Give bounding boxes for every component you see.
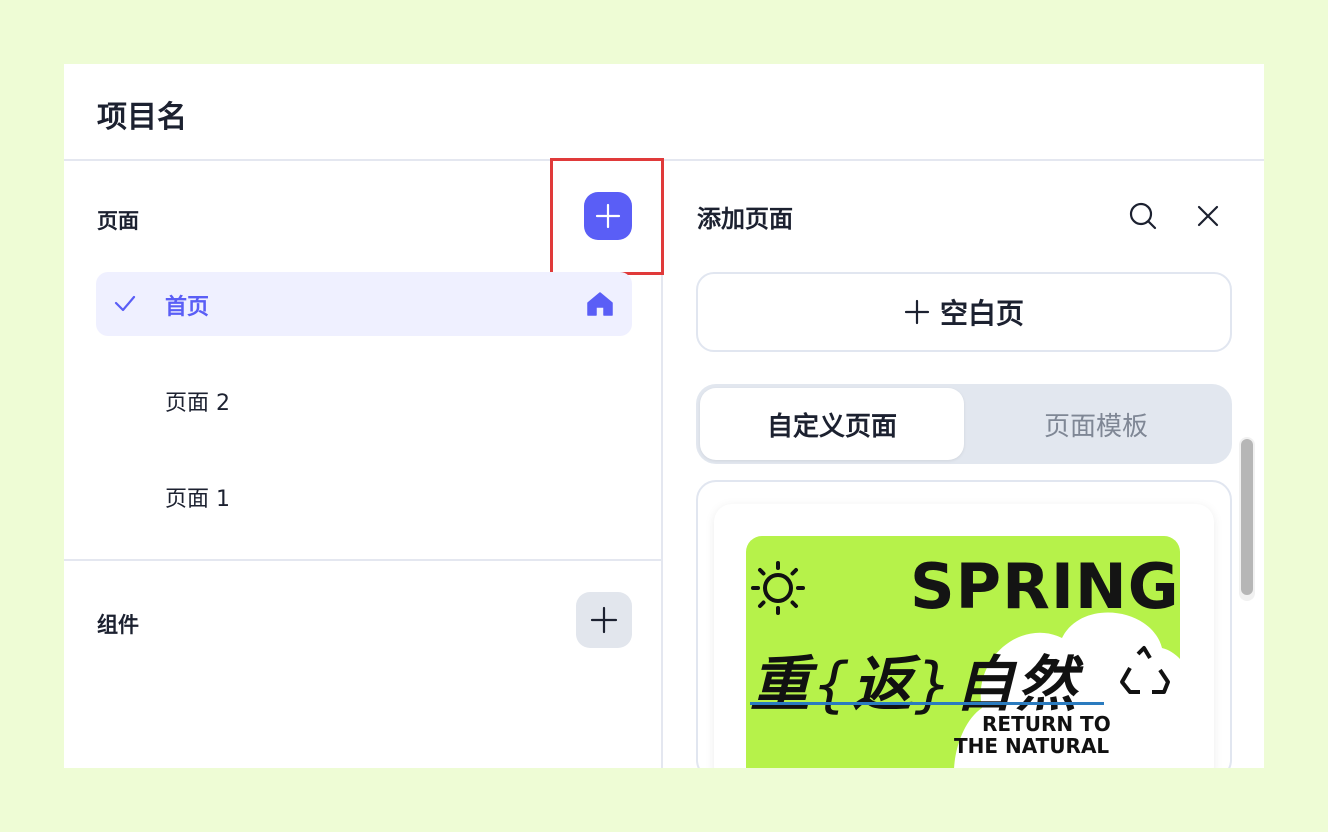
tab-page-template[interactable]: 页面模板 [964, 388, 1228, 460]
blank-page-label: 空白页 [939, 297, 1024, 330]
page-type-tabs: 自定义页面 页面模板 [696, 384, 1232, 464]
project-header: 项目名 [64, 64, 1264, 161]
page-item-2[interactable]: 页面 2 [96, 368, 632, 432]
sun-icon [751, 561, 805, 615]
template-headline-cn: 重{返}自然 [750, 650, 1079, 720]
blank-page-button[interactable]: 空白页 [696, 272, 1232, 352]
template-card[interactable]: SPRING 重{返}自然 RETURN TO THE NATURAL [714, 504, 1214, 768]
recycle-icon [1120, 646, 1170, 694]
plus-icon [904, 299, 930, 325]
plus-icon [590, 606, 618, 634]
page-item-home[interactable]: 首页 [96, 272, 632, 336]
headline-underline [750, 702, 1104, 705]
search-icon[interactable] [1128, 201, 1158, 231]
add-page-panel: 添加页面 空白页 自定义页面 页面模板 SPRING 重{返}自然 RETURN… [665, 161, 1264, 768]
scrollbar-thumb[interactable] [1241, 439, 1253, 595]
components-section-title: 组件 [97, 613, 139, 637]
plus-icon [595, 203, 621, 229]
add-page-button[interactable] [584, 192, 632, 240]
add-component-button[interactable] [576, 592, 632, 648]
template-thumbnail: SPRING 重{返}自然 RETURN TO THE NATURAL [746, 536, 1180, 768]
section-divider [64, 559, 663, 561]
panel-scrollbar[interactable] [1239, 437, 1255, 601]
page-item-label: 页面 2 [165, 391, 230, 416]
page-item-label: 首页 [165, 295, 210, 320]
page-item-1[interactable]: 页面 1 [96, 464, 632, 528]
project-card: 项目名 页面 首页 页面 2 页面 1 组件 添加页面 空白页 自定义页面 页面… [64, 64, 1264, 768]
tab-custom-page[interactable]: 自定义页面 [700, 388, 964, 460]
check-icon [114, 295, 136, 312]
pages-section-title: 页面 [97, 209, 139, 233]
add-page-title: 添加页面 [697, 205, 793, 233]
close-icon[interactable] [1193, 201, 1223, 231]
page-item-label: 页面 1 [165, 487, 230, 512]
pages-panel: 页面 首页 页面 2 页面 1 组件 [64, 158, 664, 768]
template-tagline-line1: RETURN TO [982, 712, 1111, 736]
home-icon [587, 292, 613, 316]
project-title: 项目名 [97, 100, 187, 135]
template-list: SPRING 重{返}自然 RETURN TO THE NATURAL [696, 480, 1232, 768]
template-tagline-line2: THE NATURAL [954, 734, 1110, 758]
